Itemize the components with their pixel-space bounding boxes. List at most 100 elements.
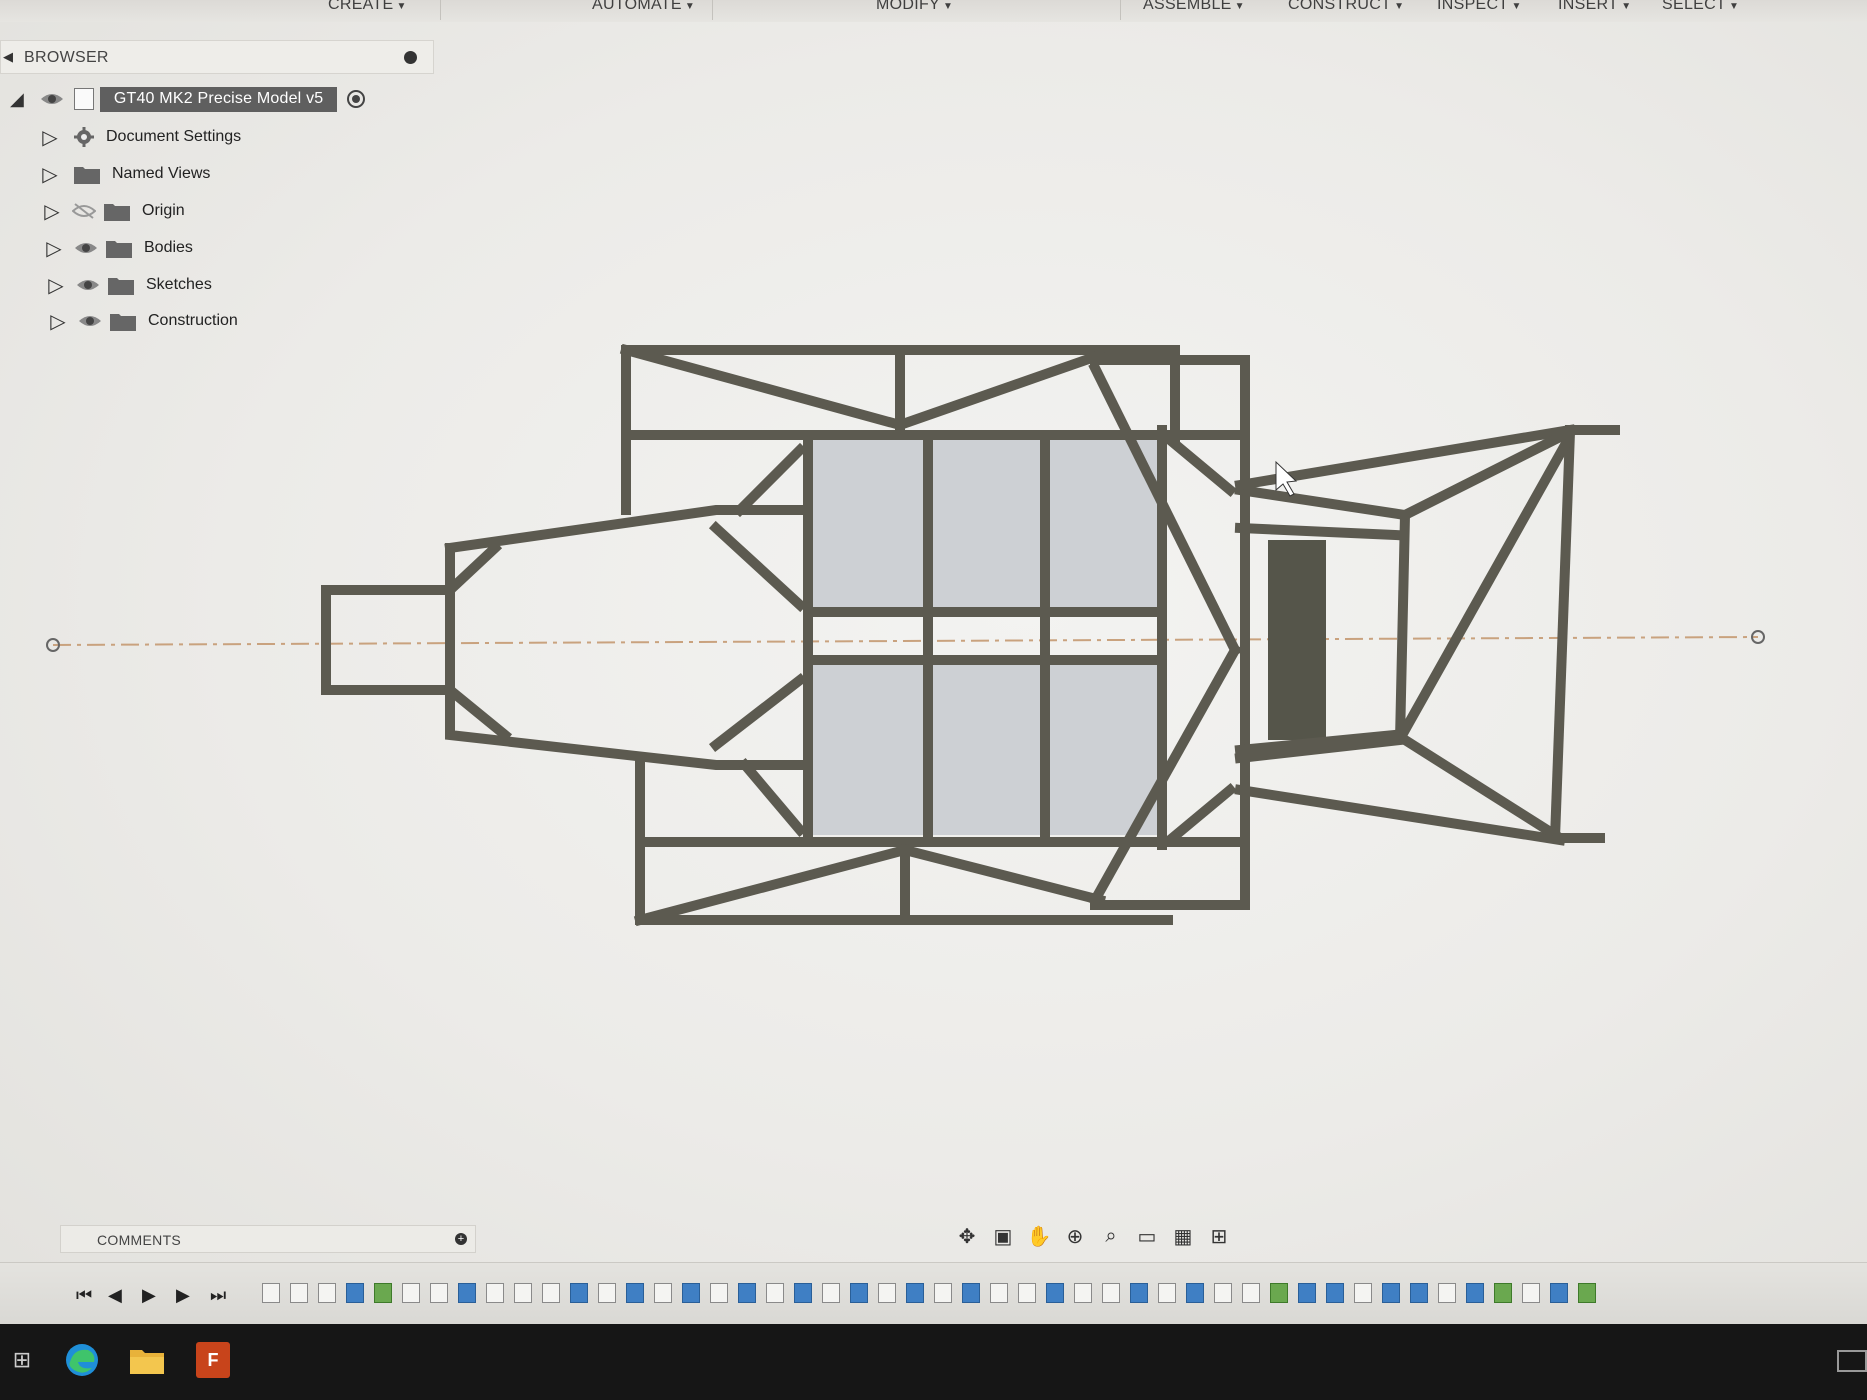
- grid-icon[interactable]: ▦: [1168, 1224, 1198, 1249]
- previous-icon[interactable]: ◀: [108, 1285, 122, 1306]
- timeline-extrude-icon[interactable]: [1466, 1283, 1484, 1303]
- collapse-panel-icon[interactable]: ◀: [3, 49, 13, 65]
- panel-pin-icon[interactable]: [404, 51, 417, 64]
- eye-icon[interactable]: [74, 240, 98, 256]
- timeline-sketch-icon[interactable]: [710, 1283, 728, 1303]
- timeline-sketch-icon[interactable]: [934, 1283, 952, 1303]
- timeline-sketch-icon[interactable]: [1102, 1283, 1120, 1303]
- timeline-sketch-icon[interactable]: [514, 1283, 532, 1303]
- timeline-sketch-icon[interactable]: [654, 1283, 672, 1303]
- eye-icon[interactable]: [76, 277, 100, 293]
- timeline-extrude-icon[interactable]: [626, 1283, 644, 1303]
- menu-assemble[interactable]: ASSEMBLE ▼: [1143, 0, 1245, 14]
- play-icon[interactable]: ▶: [142, 1285, 156, 1306]
- root-component-name[interactable]: GT40 MK2 Precise Model v5: [99, 86, 338, 112]
- timeline-sketch-icon[interactable]: [318, 1283, 336, 1303]
- timeline-extrude-icon[interactable]: [458, 1283, 476, 1303]
- expand-triangle-icon[interactable]: ▷: [46, 309, 70, 334]
- expand-triangle-icon[interactable]: ▷: [38, 125, 62, 150]
- expand-triangle-icon[interactable]: ▷: [42, 236, 66, 261]
- timeline-extrude-icon[interactable]: [906, 1283, 924, 1303]
- timeline-extrude-icon[interactable]: [1550, 1283, 1568, 1303]
- canvas-viewport[interactable]: [0, 22, 1867, 1322]
- timeline-sketch-icon[interactable]: [990, 1283, 1008, 1303]
- timeline-sketch-icon[interactable]: [822, 1283, 840, 1303]
- fit-icon[interactable]: ⌕: [1096, 1225, 1126, 1248]
- timeline-sketch-icon[interactable]: [1354, 1283, 1372, 1303]
- timeline-sketch-icon[interactable]: [486, 1283, 504, 1303]
- expand-triangle-icon[interactable]: ▷: [40, 199, 64, 224]
- timeline-sketch-icon[interactable]: [1018, 1283, 1036, 1303]
- timeline-sketch-icon[interactable]: [1522, 1283, 1540, 1303]
- expand-triangle-icon[interactable]: ▷: [44, 273, 68, 298]
- comments-panel[interactable]: COMMENTS +: [60, 1225, 476, 1253]
- browser-root-row[interactable]: ◢ GT40 MK2 Precise Model v5: [10, 84, 366, 114]
- timeline-extrude-icon[interactable]: [1046, 1283, 1064, 1303]
- edge-icon[interactable]: [60, 1338, 104, 1382]
- timeline-sketch-icon[interactable]: [1214, 1283, 1232, 1303]
- next-icon[interactable]: ▶: [176, 1285, 190, 1306]
- look-at-icon[interactable]: ▣: [988, 1224, 1018, 1249]
- timeline-extrude-icon[interactable]: [850, 1283, 868, 1303]
- timeline-extrude-icon[interactable]: [570, 1283, 588, 1303]
- viewports-icon[interactable]: ⊞: [1204, 1224, 1234, 1249]
- timeline-sketch-icon[interactable]: [1158, 1283, 1176, 1303]
- browser-item-document-settings[interactable]: ▷ Document Settings: [38, 122, 241, 152]
- timeline-sketch-icon[interactable]: [598, 1283, 616, 1303]
- timeline-sketch-icon[interactable]: [878, 1283, 896, 1303]
- eye-icon[interactable]: [78, 313, 102, 329]
- timeline-extrude-icon[interactable]: [1186, 1283, 1204, 1303]
- display-settings-icon[interactable]: ▭: [1132, 1224, 1162, 1249]
- notification-tray-icon[interactable]: [1837, 1350, 1867, 1372]
- timeline-extrude-icon[interactable]: [682, 1283, 700, 1303]
- timeline-feature-icon[interactable]: [1578, 1283, 1596, 1303]
- timeline-sketch-icon[interactable]: [1242, 1283, 1260, 1303]
- pan-icon[interactable]: ✋: [1024, 1224, 1054, 1249]
- menu-inspect[interactable]: INSPECT ▼: [1437, 0, 1522, 14]
- timeline-sketch-icon[interactable]: [430, 1283, 448, 1303]
- timeline-extrude-icon[interactable]: [1382, 1283, 1400, 1303]
- expand-triangle-icon[interactable]: ◢: [10, 89, 24, 110]
- browser-item-bodies[interactable]: ▷ Bodies: [42, 233, 193, 263]
- timeline-sketch-icon[interactable]: [542, 1283, 560, 1303]
- eye-icon[interactable]: [40, 91, 64, 107]
- timeline-extrude-icon[interactable]: [962, 1283, 980, 1303]
- timeline-feature-icon[interactable]: [1494, 1283, 1512, 1303]
- timeline-extrude-icon[interactable]: [738, 1283, 756, 1303]
- timeline-extrude-icon[interactable]: [1130, 1283, 1148, 1303]
- start-icon[interactable]: ⊞: [0, 1338, 44, 1382]
- browser-item-sketches[interactable]: ▷ Sketches: [44, 270, 212, 300]
- timeline-sketch-icon[interactable]: [262, 1283, 280, 1303]
- timeline-sketch-icon[interactable]: [1074, 1283, 1092, 1303]
- zoom-icon[interactable]: ⊕: [1060, 1224, 1090, 1249]
- first-icon[interactable]: ⏮: [76, 1285, 92, 1306]
- timeline-feature-icon[interactable]: [1270, 1283, 1288, 1303]
- menu-insert[interactable]: INSERT ▼: [1558, 0, 1631, 14]
- add-comment-icon[interactable]: +: [455, 1233, 467, 1245]
- timeline-sketch-icon[interactable]: [766, 1283, 784, 1303]
- timeline-extrude-icon[interactable]: [794, 1283, 812, 1303]
- orbit-icon[interactable]: ✥: [952, 1224, 982, 1249]
- menu-select[interactable]: SELECT ▼: [1662, 0, 1739, 14]
- timeline-extrude-icon[interactable]: [1298, 1283, 1316, 1303]
- timeline-extrude-icon[interactable]: [1410, 1283, 1428, 1303]
- timeline-sketch-icon[interactable]: [290, 1283, 308, 1303]
- menu-construct[interactable]: CONSTRUCT ▼: [1288, 0, 1404, 14]
- menu-automate[interactable]: AUTOMATE ▼: [592, 0, 695, 14]
- browser-item-origin[interactable]: ▷ Origin: [40, 196, 184, 226]
- browser-item-named-views[interactable]: ▷ Named Views: [38, 159, 210, 189]
- timeline-sketch-icon[interactable]: [1438, 1283, 1456, 1303]
- last-icon[interactable]: ⏭: [210, 1285, 226, 1306]
- browser-panel-header[interactable]: ◀ BROWSER: [0, 40, 434, 74]
- timeline-feature-icon[interactable]: [374, 1283, 392, 1303]
- timeline-sketch-icon[interactable]: [402, 1283, 420, 1303]
- browser-item-construction[interactable]: ▷ Construction: [46, 306, 238, 336]
- timeline-extrude-icon[interactable]: [1326, 1283, 1344, 1303]
- expand-triangle-icon[interactable]: ▷: [38, 162, 62, 187]
- eye-hidden-icon[interactable]: [72, 203, 96, 219]
- fusion-icon[interactable]: F: [196, 1342, 230, 1378]
- menu-modify[interactable]: MODIFY ▼: [876, 0, 953, 14]
- menu-create[interactable]: CREATE ▼: [328, 0, 407, 14]
- activate-target-icon[interactable]: [347, 90, 366, 108]
- timeline-extrude-icon[interactable]: [346, 1283, 364, 1303]
